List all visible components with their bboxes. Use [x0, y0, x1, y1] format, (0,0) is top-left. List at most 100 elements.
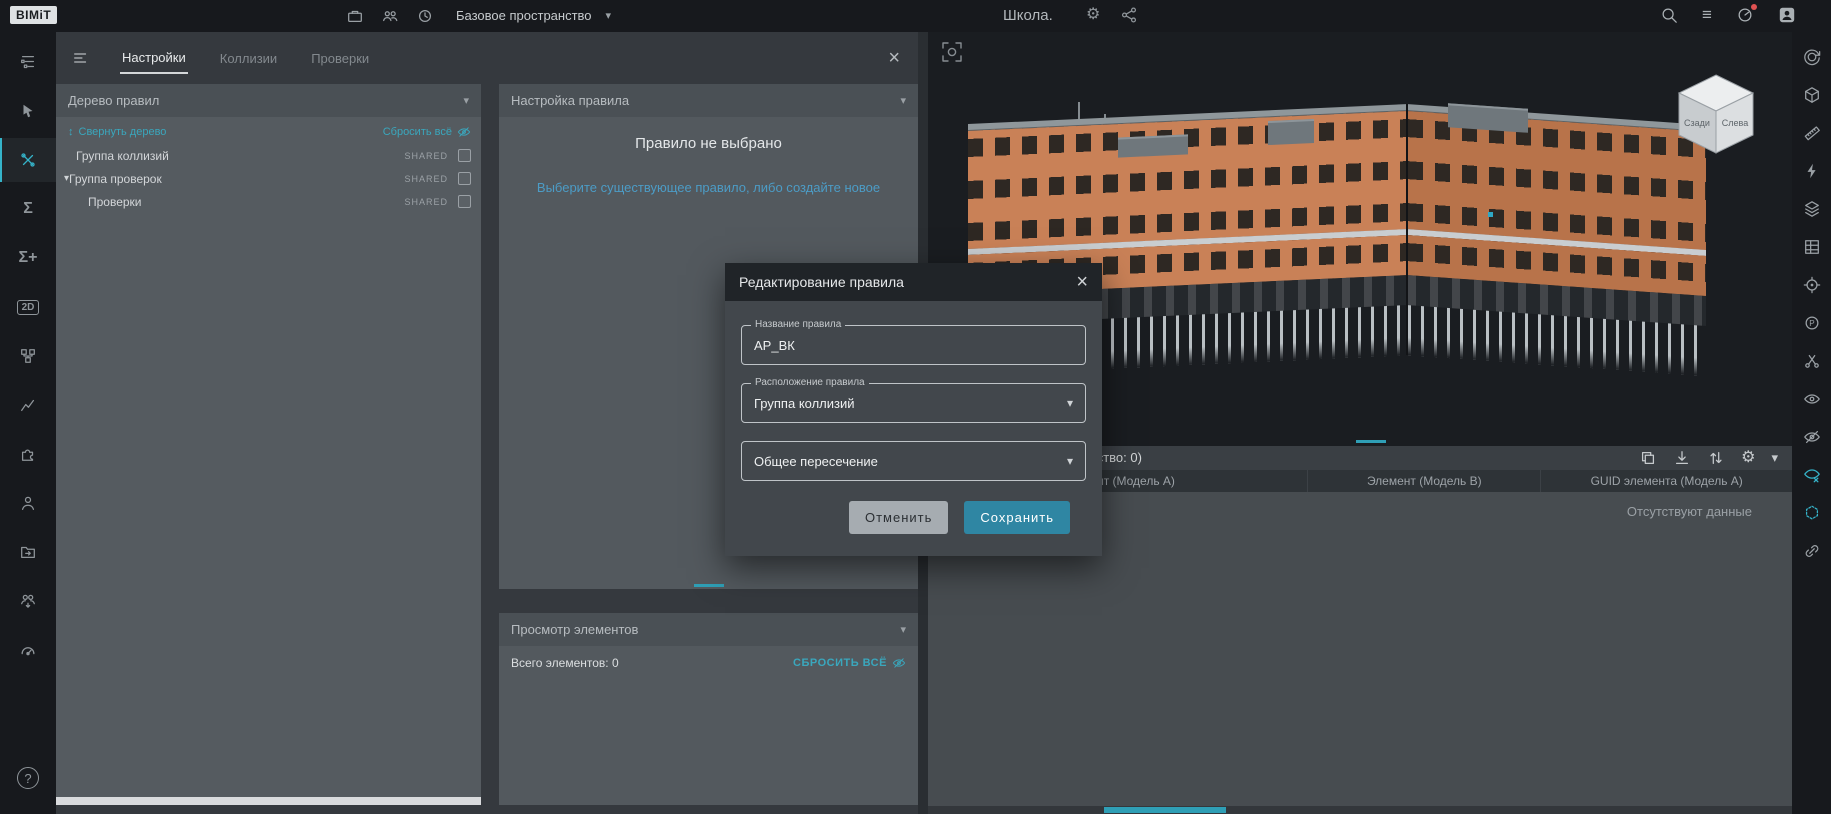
rules-tree-section: Дерево правил ▾ ↕ Свернуть дерево Сброси…	[56, 84, 481, 814]
horizontal-scrollbar[interactable]	[56, 797, 481, 805]
history-icon[interactable]	[416, 7, 434, 25]
grid-icon[interactable]	[1797, 232, 1827, 262]
tree-item-checkbox[interactable]	[458, 195, 471, 208]
chevron-down-icon: ▾	[1066, 454, 1073, 468]
sum-plus-icon[interactable]: Σ+	[0, 236, 56, 280]
rule-create-link[interactable]: Выберите существующее правило, либо созд…	[499, 180, 918, 195]
workspace-label: Базовое пространство	[456, 8, 592, 23]
building-facade-right	[1406, 104, 1706, 376]
chevron-down-icon[interactable]: ▾	[1771, 450, 1778, 466]
eye-off-icon	[457, 127, 471, 137]
team-icon[interactable]	[381, 7, 399, 25]
help-icon[interactable]: ?	[0, 756, 56, 800]
section-box-icon[interactable]	[1797, 80, 1827, 110]
chart-icon[interactable]	[0, 383, 56, 427]
plugins-icon[interactable]	[0, 432, 56, 476]
gauge-icon[interactable]	[0, 628, 56, 672]
ghost-cube-icon[interactable]	[1797, 498, 1827, 528]
link-icon[interactable]	[1797, 536, 1827, 566]
caret-down-icon[interactable]: ▾	[56, 173, 69, 184]
search-icon[interactable]	[1660, 6, 1678, 24]
workspace-select[interactable]: Базовое пространство ▾	[456, 8, 611, 23]
gear-icon[interactable]: ⚙	[1741, 449, 1755, 467]
2d-view-icon[interactable]: 2D	[0, 285, 56, 329]
cube-face-back: Сзади	[1684, 118, 1710, 128]
tab-settings[interactable]: Настройки	[120, 43, 188, 74]
eye-icon[interactable]	[1797, 384, 1827, 414]
folder-share-icon[interactable]	[0, 530, 56, 574]
results-hscrollbar[interactable]	[928, 806, 1792, 814]
viewport-toolbar: P	[1792, 32, 1831, 814]
check-type-select[interactable]: Общее пересечение ▾	[741, 441, 1086, 481]
app-logo[interactable]: BIMiT	[10, 6, 58, 24]
clash-detection-icon[interactable]	[0, 138, 56, 182]
rule-location-select[interactable]: Расположение правила Группа коллизий ▾	[741, 377, 1086, 423]
list-icon[interactable]: ≡	[1702, 6, 1712, 24]
element-view-body: Всего элементов: 0 СБРОСИТЬ ВСЁ	[499, 646, 918, 805]
gear-icon[interactable]: ⚙	[1086, 6, 1100, 24]
share-icon[interactable]	[1120, 6, 1138, 24]
elements-reset-link[interactable]: СБРОСИТЬ ВСЁ	[793, 656, 906, 670]
structure-icon[interactable]	[0, 334, 56, 378]
eye-exclude-icon[interactable]	[1797, 460, 1827, 490]
navigation-cube[interactable]: Сзади Слева	[1674, 72, 1758, 161]
tree-item-checks[interactable]: Проверки SHARED	[56, 190, 481, 213]
shared-badge: SHARED	[404, 173, 448, 184]
team-location-icon[interactable]	[0, 579, 56, 623]
properties-icon[interactable]: P	[1797, 308, 1827, 338]
cube-face-left: Слева	[1722, 118, 1748, 128]
topbar: BIMiT Базовое пространство ▾ Школа. ⚙ ≡	[0, 0, 1831, 32]
copy-icon[interactable]	[1639, 449, 1657, 467]
person-icon[interactable]	[0, 481, 56, 525]
lightning-icon[interactable]	[1797, 156, 1827, 186]
rule-name-field: Название правила	[741, 319, 1086, 365]
close-icon[interactable]: ×	[888, 48, 902, 68]
tree-item-checkbox[interactable]	[458, 149, 471, 162]
chevron-down-icon: ▾	[463, 95, 469, 107]
model-tree-icon[interactable]	[0, 40, 56, 84]
save-button[interactable]: Сохранить	[964, 501, 1070, 534]
element-view-header[interactable]: Просмотр элементов ▾	[499, 613, 918, 646]
collapse-icon: ↕	[68, 126, 74, 138]
rule-settings-header[interactable]: Настройка правила ▾	[499, 84, 918, 117]
panel-menu-icon[interactable]	[72, 49, 90, 67]
user-icon[interactable]	[1778, 6, 1796, 24]
select-icon[interactable]	[0, 89, 56, 133]
svg-text:P: P	[1809, 319, 1814, 328]
viewport-scrollbar-thumb[interactable]	[1356, 440, 1386, 443]
rooftop-unit	[1118, 134, 1188, 158]
chevron-down-icon: ▾	[605, 10, 612, 22]
column-guid-a[interactable]: GUID элемента (Модель А)	[1541, 470, 1792, 492]
download-icon[interactable]	[1673, 449, 1691, 467]
panel-tabbar: Настройки Коллизии Проверки ×	[56, 32, 918, 84]
focus-target-icon[interactable]	[1797, 270, 1827, 300]
rules-tree-header[interactable]: Дерево правил ▾	[56, 84, 481, 117]
measure-icon[interactable]	[1797, 118, 1827, 148]
collapse-tree-link[interactable]: ↕ Свернуть дерево	[68, 126, 166, 138]
dialog-close-icon[interactable]: ×	[1076, 272, 1088, 292]
layers-icon[interactable]	[1797, 194, 1827, 224]
tree-item-check-group[interactable]: ▾ Группа проверок SHARED	[56, 167, 481, 190]
rule-name-input[interactable]	[754, 337, 1073, 353]
axes-gizmo-icon[interactable]	[940, 40, 964, 64]
workspace-icon[interactable]	[346, 7, 364, 25]
shared-badge: SHARED	[404, 150, 448, 161]
reset-all-link[interactable]: Сбросить всё	[383, 125, 471, 139]
chevron-down-icon: ▾	[900, 624, 906, 636]
column-element-b[interactable]: Элемент (Модель B)	[1308, 470, 1542, 492]
eye-off-icon[interactable]	[1797, 422, 1827, 452]
cut-icon[interactable]	[1797, 346, 1827, 376]
tree-item-collision-group[interactable]: Группа коллизий SHARED	[56, 144, 481, 167]
cancel-button[interactable]: Отменить	[848, 501, 949, 534]
eye-off-icon	[892, 658, 906, 668]
tree-item-checkbox[interactable]	[458, 172, 471, 185]
orbit-icon[interactable]	[1797, 42, 1827, 72]
swap-vertical-icon[interactable]	[1707, 449, 1725, 467]
tab-checks[interactable]: Проверки	[309, 44, 371, 73]
activity-icon[interactable]	[1736, 4, 1757, 24]
tab-collisions[interactable]: Коллизии	[218, 44, 279, 73]
check-type-value: Общее пересечение	[754, 453, 878, 469]
results-hscrollbar-thumb[interactable]	[1104, 807, 1226, 813]
dialog-titlebar: Редактирование правила ×	[725, 263, 1102, 301]
sum-icon[interactable]: Σ	[0, 187, 56, 231]
